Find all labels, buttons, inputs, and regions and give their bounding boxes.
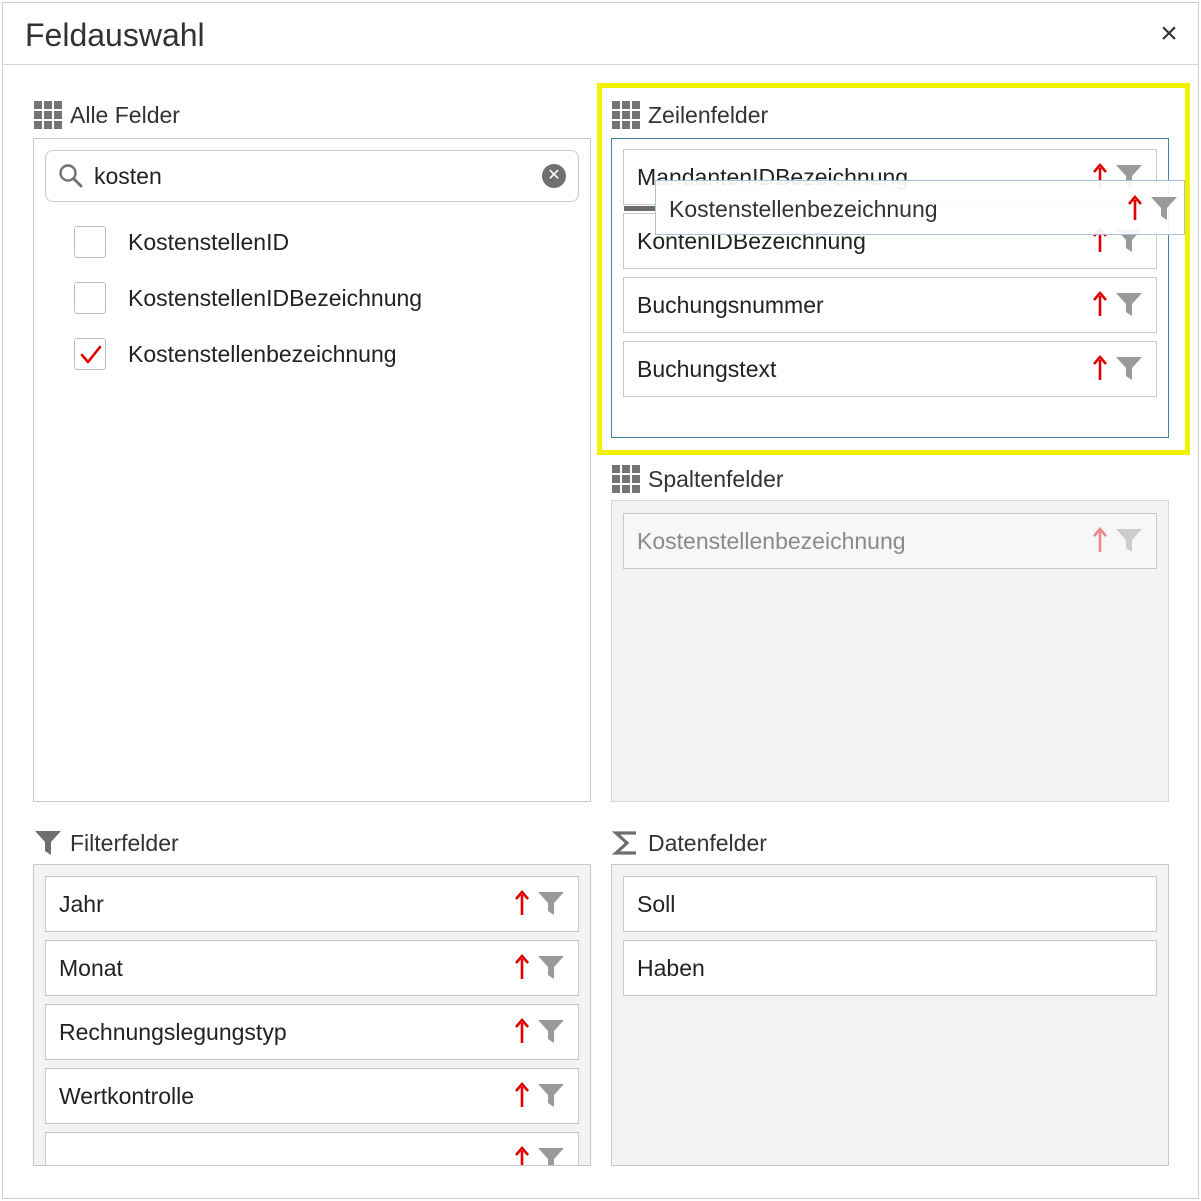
list-item[interactable]: KostenstellenIDBezeichnung xyxy=(74,281,422,315)
checkbox-checked[interactable] xyxy=(74,338,106,370)
field-label: KostenstellenID xyxy=(128,228,290,255)
field-item[interactable]: Haben xyxy=(623,940,1157,996)
field-item[interactable]: Soll xyxy=(623,876,1157,932)
filter-fields-title: Filterfelder xyxy=(70,829,179,856)
field-label: Soll xyxy=(637,891,676,917)
clear-icon[interactable]: ✕ xyxy=(542,164,566,188)
field-label: Jahr xyxy=(59,891,104,917)
close-icon[interactable]: × xyxy=(1154,19,1184,49)
sort-ascending-icon[interactable] xyxy=(513,1017,531,1045)
check-icon xyxy=(80,345,102,364)
search-input[interactable] xyxy=(94,159,524,193)
sort-ascending-icon[interactable] xyxy=(1091,526,1109,554)
all-fields-title: Alle Felder xyxy=(70,101,180,128)
field-label: Kostenstellenbezeichnung xyxy=(128,340,397,367)
field-item[interactable]: Kostenstellenbezeichnung xyxy=(623,513,1157,569)
list-item[interactable]: KostenstellenID xyxy=(74,225,289,259)
search-icon xyxy=(59,164,83,188)
data-fields-title: Datenfelder xyxy=(648,829,767,856)
sort-ascending-icon[interactable] xyxy=(513,953,531,981)
all-fields-panel: ✕ KostenstellenID KostenstellenIDBezeich… xyxy=(33,138,591,802)
funnel-icon[interactable] xyxy=(537,1145,565,1166)
data-fields-panel[interactable]: Soll Haben xyxy=(611,864,1169,1166)
grid-icon xyxy=(34,101,62,129)
drop-target-highlight xyxy=(597,83,1190,455)
field-label: Kostenstellenbezeichnung xyxy=(637,528,906,554)
dialog-header: Feldauswahl × xyxy=(3,3,1198,65)
search-box[interactable]: ✕ xyxy=(45,150,579,202)
field-label: Wertkontrolle xyxy=(59,1083,195,1109)
sigma-icon xyxy=(612,831,636,855)
field-label: Rechnungslegungstyp xyxy=(59,1019,287,1045)
checkbox[interactable] xyxy=(74,282,106,314)
column-fields-title: Spaltenfelder xyxy=(648,465,784,492)
all-fields-header: Alle Felder xyxy=(34,100,180,130)
dialog-title: Feldauswahl xyxy=(25,17,205,53)
funnel-icon[interactable] xyxy=(537,889,565,917)
list-item[interactable]: Kostenstellenbezeichnung xyxy=(74,337,397,371)
funnel-icon[interactable] xyxy=(537,953,565,981)
grid-icon xyxy=(612,465,640,493)
field-item[interactable]: Rechnungslegungstyp xyxy=(45,1004,579,1060)
field-item[interactable]: Wertkontrolle xyxy=(45,1068,579,1124)
filter-fields-panel[interactable]: Jahr Monat Rechnungslegungstyp Wertkontr… xyxy=(33,864,591,1166)
funnel-icon[interactable] xyxy=(1115,526,1143,554)
filter-fields-header: Filterfelder xyxy=(34,828,179,858)
data-fields-header: Datenfelder xyxy=(612,828,767,858)
sort-ascending-icon[interactable] xyxy=(513,1081,531,1109)
field-item[interactable]: Jahr xyxy=(45,876,579,932)
sort-ascending-icon[interactable] xyxy=(513,889,531,917)
field-label: Haben xyxy=(637,955,705,981)
field-item[interactable]: Monat xyxy=(45,940,579,996)
funnel-icon[interactable] xyxy=(537,1017,565,1045)
funnel-icon xyxy=(35,831,61,855)
funnel-icon[interactable] xyxy=(537,1081,565,1109)
checkbox[interactable] xyxy=(74,226,106,258)
column-fields-header: Spaltenfelder xyxy=(612,464,784,494)
sort-ascending-icon[interactable] xyxy=(513,1145,531,1166)
field-label: KostenstellenIDBezeichnung xyxy=(128,284,423,311)
field-label: Monat xyxy=(59,955,123,981)
field-item-partial[interactable] xyxy=(45,1132,579,1166)
